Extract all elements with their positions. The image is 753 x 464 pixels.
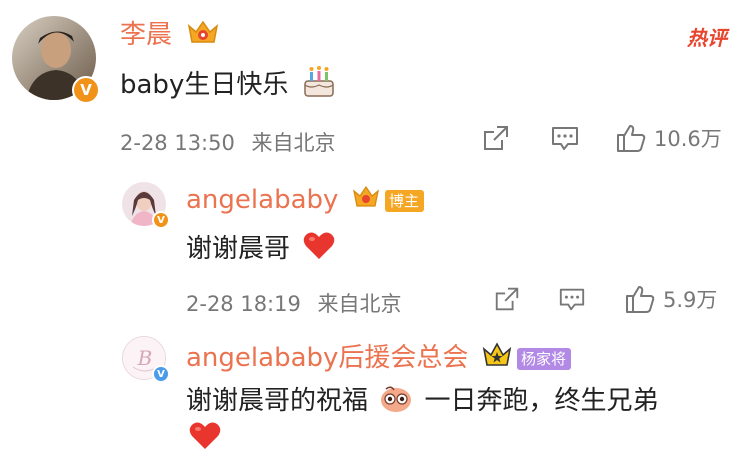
timestamp: 2-28 18:19	[186, 292, 301, 316]
avatar[interactable]: V	[122, 182, 170, 229]
username-text[interactable]: 李晨	[120, 20, 172, 50]
doge-emoji-icon	[378, 382, 414, 421]
reply-button[interactable]	[550, 123, 580, 153]
comment-text-content: baby生日快乐	[120, 70, 289, 100]
avatar[interactable]: V	[12, 16, 100, 104]
fan-group-tag: 杨家将	[516, 347, 571, 370]
avatar[interactable]: B V	[122, 336, 170, 383]
heart-icon	[302, 231, 336, 268]
share-button[interactable]	[493, 285, 521, 313]
comment-icon	[552, 127, 578, 150]
thumbs-up-icon	[626, 286, 655, 313]
username[interactable]: 李晨	[120, 14, 220, 53]
verified-badge-icon: V	[152, 211, 170, 229]
username[interactable]: angelababy后援会总会 杨家将	[186, 337, 571, 376]
username-text[interactable]: angelababy后援会总会	[186, 343, 468, 373]
crown-vip-icon	[351, 184, 381, 217]
like-count: 10.6万	[654, 127, 722, 151]
username[interactable]: angelababy 博主	[186, 184, 424, 217]
share-button[interactable]	[481, 123, 511, 153]
reply-button[interactable]	[558, 285, 586, 313]
like-count: 5.9万	[663, 288, 718, 312]
comment-meta: 2-28 18:19 来自北京	[186, 288, 402, 318]
timestamp: 2-28 13:50	[120, 131, 235, 155]
source-location: 来自北京	[251, 131, 336, 155]
comment-text-content: 谢谢晨哥的祝福	[186, 386, 369, 416]
hot-comment-label: 热评	[687, 26, 727, 50]
svg-text:B: B	[137, 346, 153, 370]
like-button[interactable]: 10.6万	[615, 122, 722, 154]
birthday-cake-icon	[301, 65, 337, 106]
blogger-tag: 博主	[384, 189, 424, 212]
comment-text: baby生日快乐	[120, 64, 337, 106]
comment-meta: 2-28 13:50 来自北京	[120, 127, 336, 157]
source-location: 来自北京	[317, 292, 402, 316]
crown-vip-icon	[186, 18, 220, 53]
comment-icon	[559, 288, 585, 311]
share-icon	[495, 287, 519, 311]
comment-text: 谢谢晨哥的祝福 一日奔跑，终生兄弟	[186, 380, 659, 421]
comment-text-content: 谢谢晨哥	[186, 234, 291, 264]
crown-fan-icon	[481, 341, 513, 376]
username-text[interactable]: angelababy	[186, 185, 338, 215]
verified-badge-icon: V	[152, 365, 170, 383]
comment-text-content: 一日奔跑，终生兄弟	[424, 386, 659, 416]
comment-text: 谢谢晨哥	[186, 228, 336, 268]
share-icon	[484, 126, 508, 150]
heart-icon	[188, 421, 222, 455]
like-button[interactable]: 5.9万	[624, 283, 717, 315]
thumbs-up-icon	[617, 125, 646, 152]
verified-badge-icon: V	[72, 76, 100, 104]
